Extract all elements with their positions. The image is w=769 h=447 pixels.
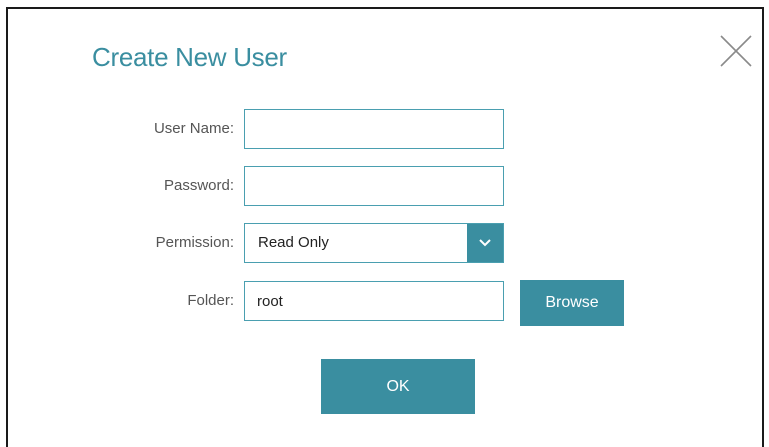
create-user-dialog: Create New User User Name: Password: Per… xyxy=(6,7,764,447)
password-input[interactable] xyxy=(244,166,504,206)
username-label: User Name: xyxy=(153,120,234,137)
close-icon[interactable] xyxy=(718,33,754,69)
permission-label: Permission: xyxy=(155,234,234,251)
permission-select[interactable]: Read Only xyxy=(244,223,504,263)
folder-label: Folder: xyxy=(187,292,234,309)
username-input[interactable] xyxy=(244,109,504,149)
ok-button[interactable]: OK xyxy=(321,359,475,414)
chevron-down-icon[interactable] xyxy=(467,224,503,262)
dialog-title: Create New User xyxy=(92,42,287,72)
password-label: Password: xyxy=(163,177,234,194)
browse-button[interactable]: Browse xyxy=(520,280,624,326)
folder-input[interactable] xyxy=(244,281,504,321)
permission-selected-value: Read Only xyxy=(258,234,329,251)
